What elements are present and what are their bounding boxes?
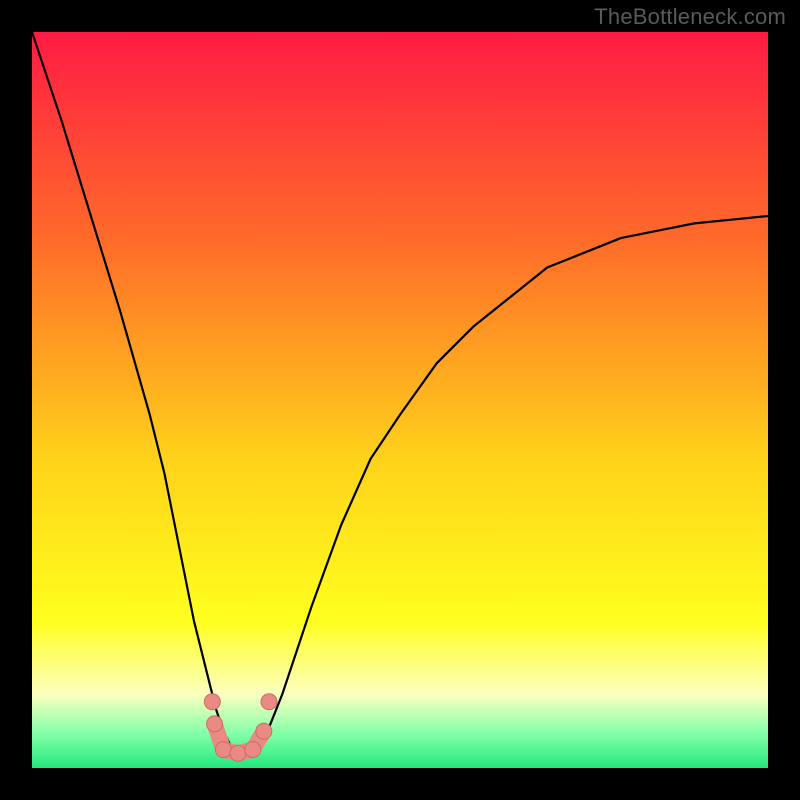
plot-area	[32, 32, 768, 768]
trough-marker	[230, 745, 246, 761]
bottleneck-curve	[32, 32, 768, 753]
trough-marker	[256, 723, 272, 739]
watermark-text: TheBottleneck.com	[594, 4, 786, 30]
curve-layer	[32, 32, 768, 768]
trough-marker-group	[204, 694, 277, 762]
chart-frame: TheBottleneck.com	[0, 0, 800, 800]
trough-marker	[215, 742, 231, 758]
trough-marker	[204, 694, 220, 710]
trough-marker	[245, 742, 261, 758]
trough-marker	[207, 716, 223, 732]
trough-marker	[261, 694, 277, 710]
